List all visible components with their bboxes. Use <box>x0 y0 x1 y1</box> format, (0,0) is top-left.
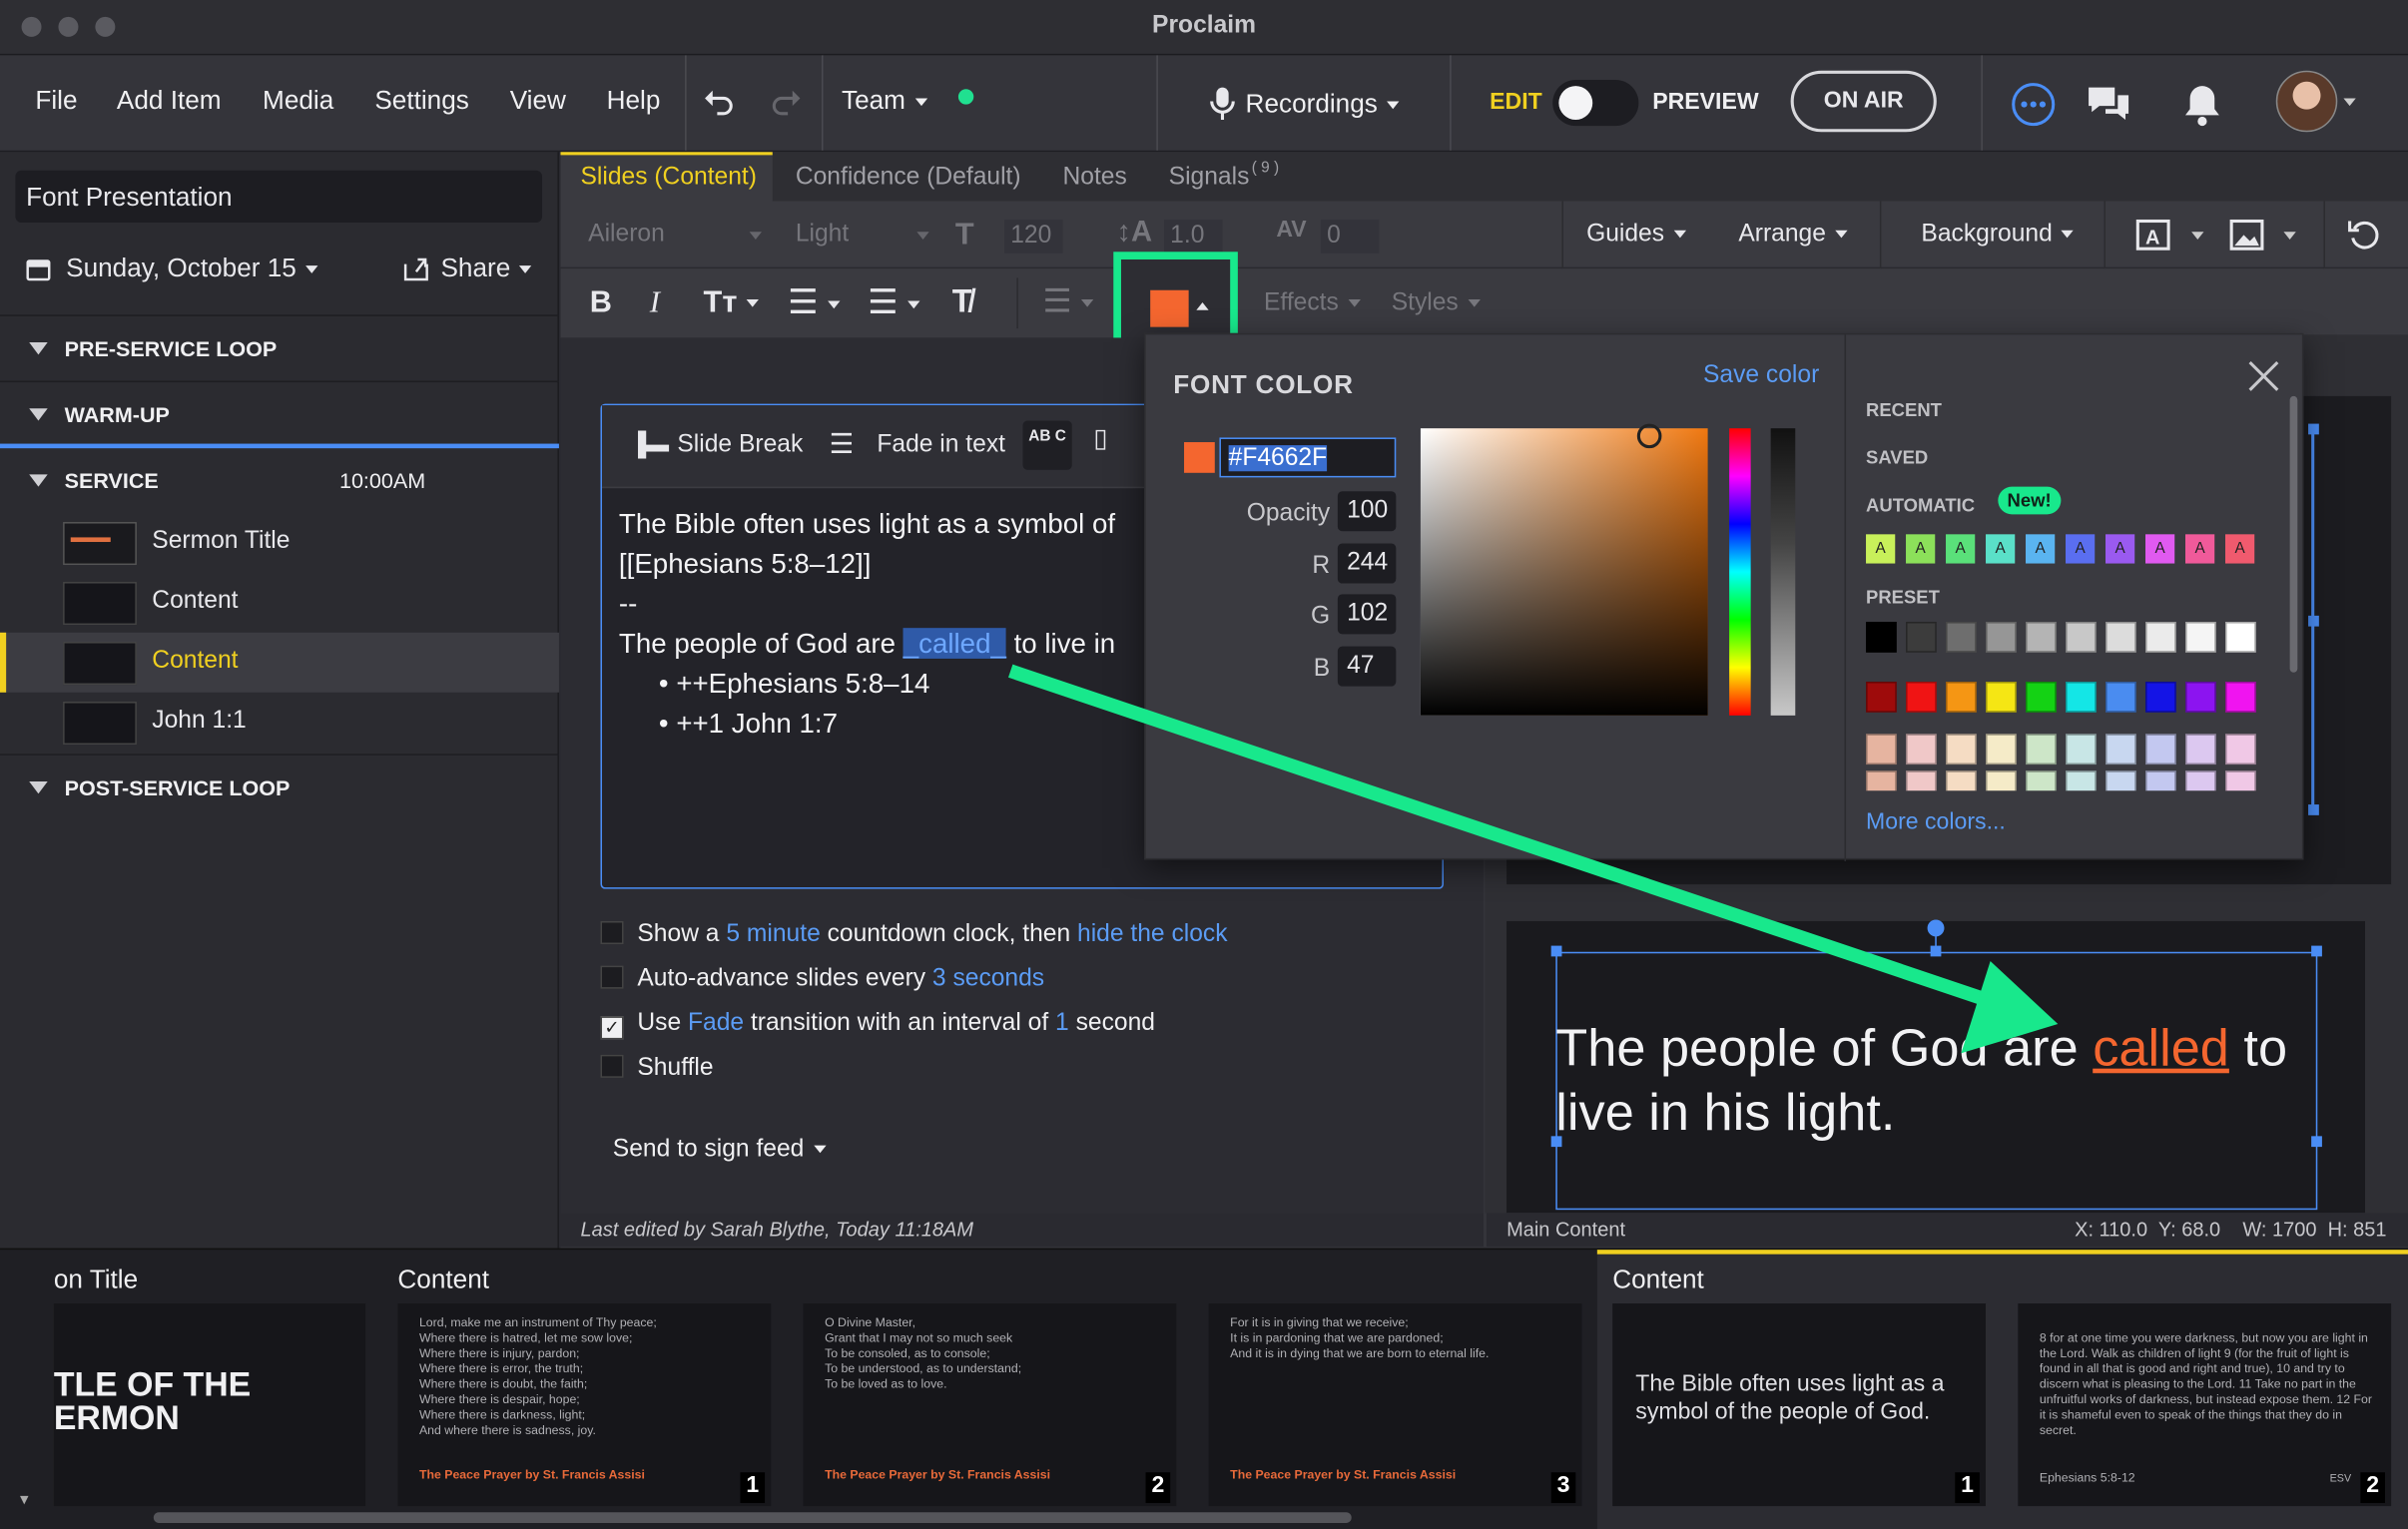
layer-status: Main Content X: 110.0 Y: 68.0 W: 1700 H: … <box>1487 1213 2408 1248</box>
film-thumb-sermon-title[interactable]: TLE OF THE ERMON <box>53 1303 366 1507</box>
last-edited-status: Last edited by Sarah Blythe, Today 11:18… <box>560 1213 1484 1248</box>
coordinates-readout: X: 110.0 Y: 68.0 W: 1700 H: 851 <box>2075 1217 2387 1241</box>
film-thumb-content-2[interactable]: O Divine Master, Grant that I may not so… <box>803 1303 1177 1507</box>
film-thumb-selected-1[interactable]: The Bible often uses light as a symbol o… <box>1612 1303 1987 1507</box>
film-label-sermon-title: on Title <box>53 1265 139 1294</box>
film-label-content-selected: Content <box>1612 1265 1704 1294</box>
film-label-content: Content <box>397 1265 490 1294</box>
scroll-down-icon[interactable]: ▾ <box>20 1489 29 1509</box>
film-thumb-selected-2[interactable]: 8 for at one time you were darkness, but… <box>2018 1303 2392 1507</box>
filmstrip-scrollbar[interactable] <box>153 1512 1352 1523</box>
film-thumb-content-1[interactable]: Lord, make me an instrument of Thy peace… <box>397 1303 772 1507</box>
slide-filmstrip: on Title Content Content TLE OF THE ERMO… <box>0 1248 2408 1529</box>
film-thumb-content-3[interactable]: For it is in giving that we receive; It … <box>1208 1303 1582 1507</box>
